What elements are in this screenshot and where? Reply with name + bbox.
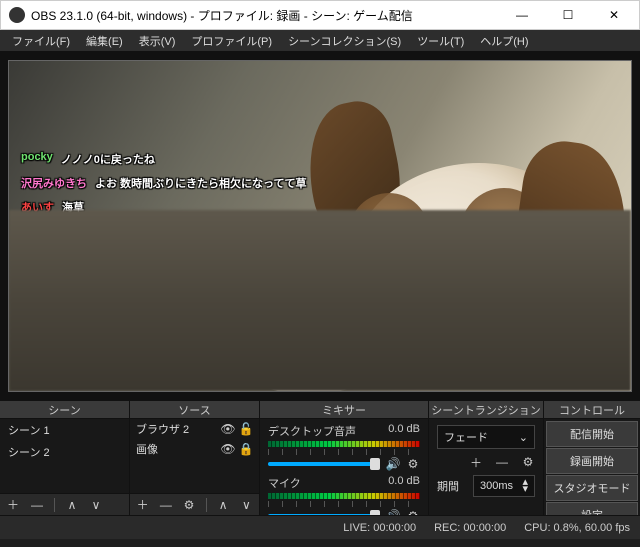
eye-icon[interactable]: 👁 (221, 422, 235, 436)
transitions-header: シーントランジション (429, 401, 543, 419)
scenes-header: シーン (0, 401, 129, 419)
transition-select[interactable]: フェード⌄ (437, 425, 535, 449)
transitions-panel: シーントランジション フェード⌄ ＋ — ⚙ 期間 300ms ▴▾ (429, 401, 544, 515)
chat-row: メタ親藩あ (21, 295, 325, 311)
source-up-button[interactable]: ∧ (217, 498, 230, 512)
scenes-toolbar: ＋ — ∧ ∨ (0, 493, 129, 515)
minimize-button[interactable]: — (499, 1, 545, 29)
mixer-body: デスクトップ音声 0.0 dB 🔊 ⚙ マイク 0.0 dB 🔊 ⚙ (260, 419, 428, 515)
chat-row: chany人の心配する暇があったら自分の夏を感じることだね (21, 247, 325, 263)
mixer-channel-name: デスクトップ音声 (268, 423, 356, 439)
vu-meter (268, 441, 420, 447)
menu-profile[interactable]: プロファイル(P) (183, 30, 280, 52)
scene-item[interactable]: シーン 2 (0, 441, 129, 463)
duration-spinner[interactable]: 300ms ▴▾ (473, 475, 535, 497)
mixer-channel: マイク 0.0 dB 🔊 ⚙ (268, 475, 420, 515)
preview-canvas[interactable]: pockyノノノ0に戻ったね 沢尻みゆきちよお 数時間ぶりにきたら相欠になってて… (8, 60, 632, 392)
status-cpu: CPU: 0.8%, 60.00 fps (524, 522, 630, 534)
source-settings-button[interactable]: ⚙ (182, 498, 195, 512)
titlebar: OBS 23.1.0 (64-bit, windows) - プロファイル: 録… (0, 0, 640, 30)
mixer-channel-name: マイク (268, 475, 301, 491)
chevron-down-icon: ⌄ (519, 431, 528, 444)
menu-scene-collection[interactable]: シーンコレクション(S) (280, 30, 409, 52)
sources-toolbar: ＋ — ⚙ ∧ ∨ (130, 493, 259, 515)
sources-header: ソース (130, 401, 259, 419)
start-recording-button[interactable]: 録画開始 (546, 448, 638, 474)
menu-edit[interactable]: 編集(E) (78, 30, 131, 52)
mixer-db: 0.0 dB (388, 475, 420, 491)
scene-up-button[interactable]: ∧ (65, 498, 79, 512)
menubar: ファイル(F) 編集(E) 表示(V) プロファイル(P) シーンコレクション(… (0, 30, 640, 52)
maximize-button[interactable]: ☐ (545, 1, 591, 29)
chat-row: pockyノノノ0に戻ったね (21, 151, 325, 167)
chat-row: たこ焼きあ (21, 319, 325, 335)
speaker-icon[interactable]: 🔊 (386, 457, 400, 471)
mixer-panel: ミキサー デスクトップ音声 0.0 dB 🔊 ⚙ マイク 0.0 dB 🔊 (260, 401, 429, 515)
sources-panel: ソース ブラウザ 2 👁 🔓 画像 👁 🔒 ＋ — ⚙ ∧ ∨ (130, 401, 260, 515)
mixer-header: ミキサー (260, 401, 428, 419)
app-icon (9, 7, 25, 23)
docks: シーン シーン 1 シーン 2 ＋ — ∧ ∨ ソース ブラウザ 2 👁 🔓 画… (0, 400, 640, 515)
gear-icon[interactable]: ⚙ (406, 457, 420, 471)
studio-mode-button[interactable]: スタジオモード (546, 475, 638, 501)
lock-icon[interactable]: 🔒 (239, 442, 253, 456)
status-bar: LIVE: 00:00:00 REC: 00:00:00 CPU: 0.8%, … (0, 515, 640, 539)
mixer-db: 0.0 dB (388, 423, 420, 439)
chat-row: あいす海草 (21, 199, 325, 215)
speaker-icon[interactable]: 🔊 (386, 509, 400, 515)
eye-icon[interactable]: 👁 (221, 442, 235, 456)
source-item[interactable]: 画像 👁 🔒 (130, 439, 259, 459)
step-down-icon[interactable]: ▾ (522, 486, 528, 493)
chat-row: 沢尻みゆきちよお 数時間ぶりにきたら相欠になってて草 (21, 175, 325, 191)
add-source-button[interactable]: ＋ (136, 498, 149, 512)
sources-list[interactable]: ブラウザ 2 👁 🔓 画像 👁 🔒 (130, 419, 259, 493)
status-live: LIVE: 00:00:00 (343, 522, 416, 534)
remove-scene-button[interactable]: — (30, 498, 44, 512)
gear-icon[interactable]: ⚙ (406, 509, 420, 515)
close-button[interactable]: ✕ (591, 1, 637, 29)
controls-header: コントロール (544, 401, 640, 419)
menu-file[interactable]: ファイル(F) (4, 30, 78, 52)
remove-transition-button[interactable]: — (495, 455, 509, 469)
scenes-list[interactable]: シーン 1 シーン 2 (0, 419, 129, 493)
window-title: OBS 23.1.0 (64-bit, windows) - プロファイル: 録… (31, 7, 499, 24)
volume-slider[interactable] (268, 462, 380, 466)
chat-row: -Dominant-あ (21, 343, 325, 359)
source-item[interactable]: ブラウザ 2 👁 🔓 (130, 419, 259, 439)
remove-source-button[interactable]: — (159, 498, 172, 512)
menu-tools[interactable]: ツール(T) (409, 30, 472, 52)
chat-row: 184ブブプリセットの衆やな (21, 223, 325, 239)
vu-meter (268, 493, 420, 499)
menu-help[interactable]: ヘルプ(H) (472, 30, 536, 52)
unlock-icon[interactable]: 🔓 (239, 422, 253, 436)
menu-view[interactable]: 表示(V) (131, 30, 184, 52)
transition-settings-button[interactable]: ⚙ (521, 455, 535, 469)
preview-area: pockyノノノ0に戻ったね 沢尻みゆきちよお 数時間ぶりにきたら相欠になってて… (0, 52, 640, 400)
controls-panel: コントロール 配信開始 録画開始 スタジオモード 設定 終了 (544, 401, 640, 515)
add-scene-button[interactable]: ＋ (6, 498, 20, 512)
preview-dog-image (219, 83, 632, 392)
add-transition-button[interactable]: ＋ (469, 455, 483, 469)
status-rec: REC: 00:00:00 (434, 522, 506, 534)
scene-item[interactable]: シーン 1 (0, 419, 129, 441)
scenes-panel: シーン シーン 1 シーン 2 ＋ — ∧ ∨ (0, 401, 130, 515)
start-streaming-button[interactable]: 配信開始 (546, 421, 638, 447)
mixer-channel: デスクトップ音声 0.0 dB 🔊 ⚙ (268, 423, 420, 471)
source-down-button[interactable]: ∨ (240, 498, 253, 512)
settings-button[interactable]: 設定 (546, 502, 638, 515)
chat-row: でゃんうんしょうんしょ (21, 271, 325, 287)
volume-slider[interactable] (268, 514, 380, 515)
chat-overlay: pockyノノノ0に戻ったね 沢尻みゆきちよお 数時間ぶりにきたら相欠になってて… (21, 151, 325, 359)
scene-down-button[interactable]: ∨ (89, 498, 103, 512)
duration-label: 期間 (437, 478, 467, 494)
